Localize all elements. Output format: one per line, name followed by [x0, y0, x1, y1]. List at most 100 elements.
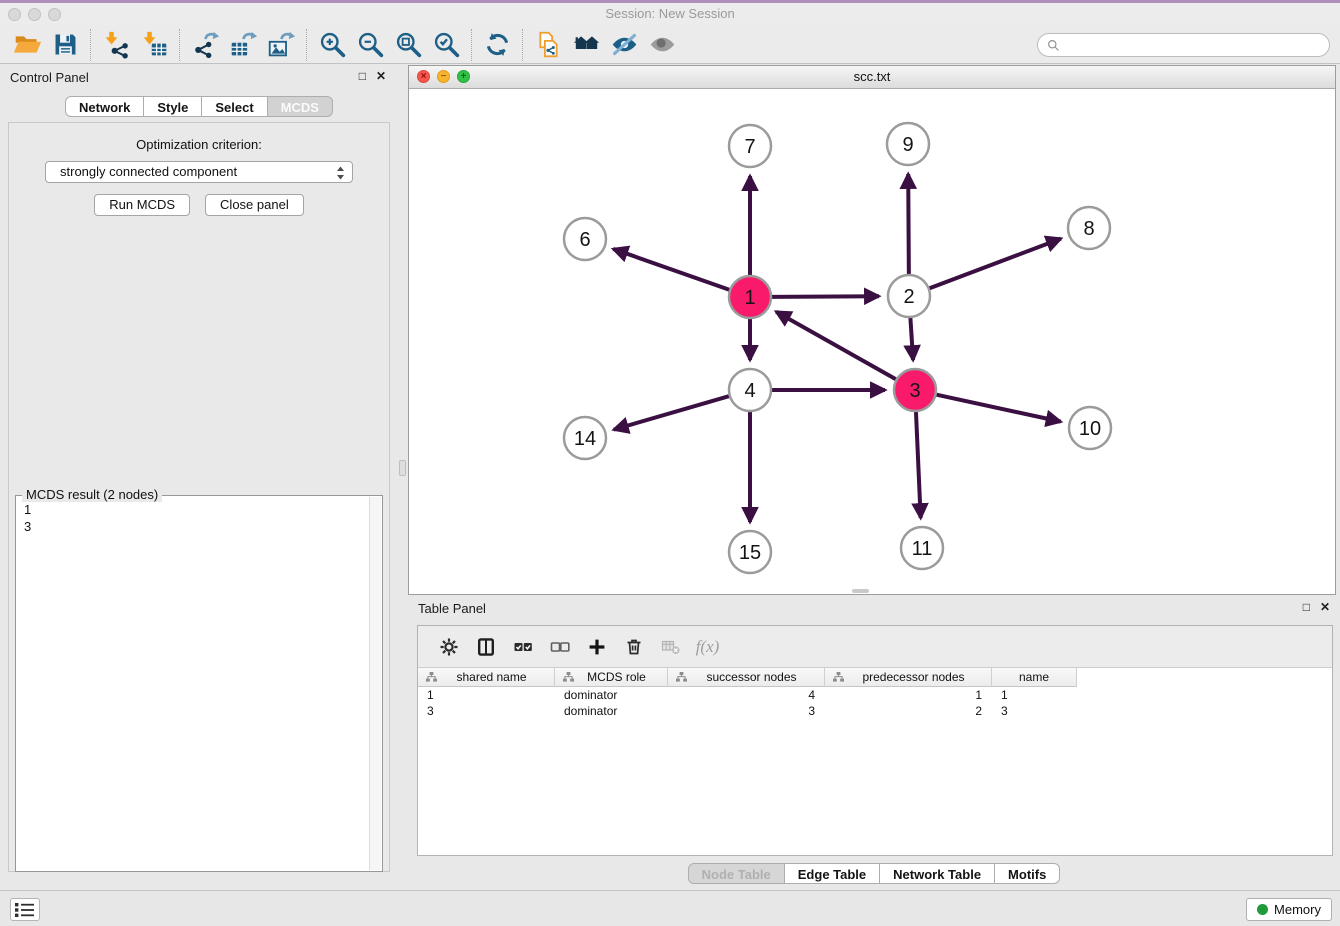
table-cell: 3 [418, 703, 555, 719]
node-2[interactable]: 2 [888, 275, 930, 317]
optimization-criterion-label: Optimization criterion: [9, 137, 389, 152]
node-11[interactable]: 11 [901, 527, 943, 569]
memory-status-dot [1257, 904, 1268, 915]
node-label: 15 [739, 542, 761, 564]
export-network-icon[interactable] [186, 29, 224, 61]
open-session-icon[interactable] [8, 29, 46, 61]
column-header-MCDS-role[interactable]: MCDS role [555, 668, 668, 687]
copy-network-view-icon[interactable] [529, 29, 567, 61]
tab-select[interactable]: Select [202, 96, 267, 117]
column-header-successor-nodes[interactable]: successor nodes [668, 668, 825, 687]
node-4[interactable]: 4 [729, 369, 771, 411]
node-6[interactable]: 6 [564, 218, 606, 260]
zoom-in-icon[interactable] [313, 29, 351, 61]
column-header-shared-name[interactable]: shared name [418, 668, 555, 687]
zoom-selected-icon[interactable] [427, 29, 465, 61]
zoom-fit-icon[interactable] [389, 29, 427, 61]
table-cell: 1 [825, 687, 992, 703]
node-9[interactable]: 9 [887, 123, 929, 165]
edge-3-to-1[interactable] [776, 312, 896, 379]
add-column-icon[interactable] [578, 632, 615, 662]
deselect-all-rows-icon[interactable] [541, 632, 578, 662]
close-panel-button[interactable]: Close panel [205, 194, 304, 216]
node-label: 4 [744, 380, 755, 402]
canvas-horizontal-scrollbar[interactable] [852, 589, 869, 593]
edge-3-to-10[interactable] [936, 395, 1060, 422]
select-all-rows-icon[interactable] [504, 632, 541, 662]
table-tab-edge-table[interactable]: Edge Table [785, 863, 880, 884]
export-image-icon[interactable] [262, 29, 300, 61]
export-table-icon[interactable] [224, 29, 262, 61]
table-cell: 1 [992, 687, 1077, 703]
table-tab-node-table[interactable]: Node Table [688, 863, 785, 884]
tab-mcds[interactable]: MCDS [268, 96, 333, 117]
edge-1-to-2[interactable] [772, 296, 879, 297]
table-row[interactable]: 3dominator323 [418, 703, 1332, 719]
edge-3-to-11[interactable] [916, 412, 921, 518]
float-table-panel-icon[interactable]: □ [1303, 600, 1310, 614]
table-cell: dominator [555, 703, 668, 719]
node-label: 14 [574, 428, 596, 450]
toolbar-separator [306, 29, 307, 61]
list-icon [14, 902, 36, 918]
table-rows: 1dominator4113dominator323 [418, 687, 1332, 719]
zoom-out-icon[interactable] [351, 29, 389, 61]
table-cell: 3 [992, 703, 1077, 719]
search-input[interactable] [1065, 38, 1320, 53]
run-mcds-button[interactable]: Run MCDS [94, 194, 190, 216]
table-tab-motifs[interactable]: Motifs [995, 863, 1060, 884]
table-cell: 1 [418, 687, 555, 703]
node-10[interactable]: 10 [1069, 407, 1111, 449]
refresh-view-icon[interactable] [478, 29, 516, 61]
dropdown-stepper-icon [336, 166, 345, 186]
task-history-button[interactable] [10, 898, 40, 921]
node-8[interactable]: 8 [1068, 207, 1110, 249]
table-panel-title: Table Panel [418, 601, 486, 616]
tab-style[interactable]: Style [144, 96, 202, 117]
hide-graphics-details-icon[interactable] [605, 29, 643, 61]
control-panel-header: Control Panel □ ✕ [0, 64, 398, 92]
tab-network[interactable]: Network [65, 96, 144, 117]
close-panel-icon[interactable]: ✕ [376, 69, 386, 83]
home-view-icon[interactable] [567, 29, 605, 61]
show-graphics-details-icon[interactable] [643, 29, 681, 61]
column-settings-icon[interactable] [430, 632, 467, 662]
node-1[interactable]: 1 [729, 276, 771, 318]
node-table-container: f(x) shared nameMCDS rolesuccessor nodes… [417, 625, 1333, 856]
panel-divider-handle[interactable] [399, 460, 406, 476]
criterion-dropdown[interactable]: strongly connected component [45, 161, 353, 183]
node-label: 8 [1083, 218, 1094, 240]
node-14[interactable]: 14 [564, 417, 606, 459]
column-header-name[interactable]: name [992, 668, 1077, 687]
import-table-icon[interactable] [135, 29, 173, 61]
column-header-predecessor-nodes[interactable]: predecessor nodes [825, 668, 992, 687]
save-session-icon[interactable] [46, 29, 84, 61]
network-window-title: scc.txt [409, 69, 1335, 84]
control-panel-tabs: NetworkStyleSelectMCDS [0, 96, 398, 117]
result-scrollbar[interactable] [369, 497, 381, 870]
network-canvas[interactable]: 7 9 6 8 1 2 4 3 14 10 15 11 [409, 89, 1335, 594]
edge-4-to-14[interactable] [614, 396, 729, 429]
control-panel-title: Control Panel [10, 70, 89, 85]
node-label: 10 [1079, 418, 1101, 440]
edge-2-to-9[interactable] [908, 174, 909, 274]
float-panel-icon[interactable]: □ [359, 69, 366, 83]
delete-columns-icon[interactable] [615, 632, 652, 662]
table-tab-network-table[interactable]: Network Table [880, 863, 995, 884]
table-cell: 3 [668, 703, 825, 719]
search-field[interactable] [1037, 33, 1330, 57]
main-toolbar [0, 26, 1340, 64]
node-3[interactable]: 3 [894, 369, 936, 411]
split-table-view-icon[interactable] [467, 632, 504, 662]
close-table-panel-icon[interactable]: ✕ [1320, 600, 1330, 614]
edge-2-to-3[interactable] [910, 318, 913, 360]
network-view-window: × − + scc.txt 7968124314101511 [408, 65, 1336, 595]
edge-2-to-8[interactable] [930, 239, 1061, 289]
node-label: 2 [903, 286, 914, 308]
node-7[interactable]: 7 [729, 125, 771, 167]
table-row[interactable]: 1dominator411 [418, 687, 1332, 703]
memory-button[interactable]: Memory [1246, 898, 1332, 921]
edge-1-to-6[interactable] [613, 249, 729, 290]
node-15[interactable]: 15 [729, 531, 771, 573]
import-network-icon[interactable] [97, 29, 135, 61]
